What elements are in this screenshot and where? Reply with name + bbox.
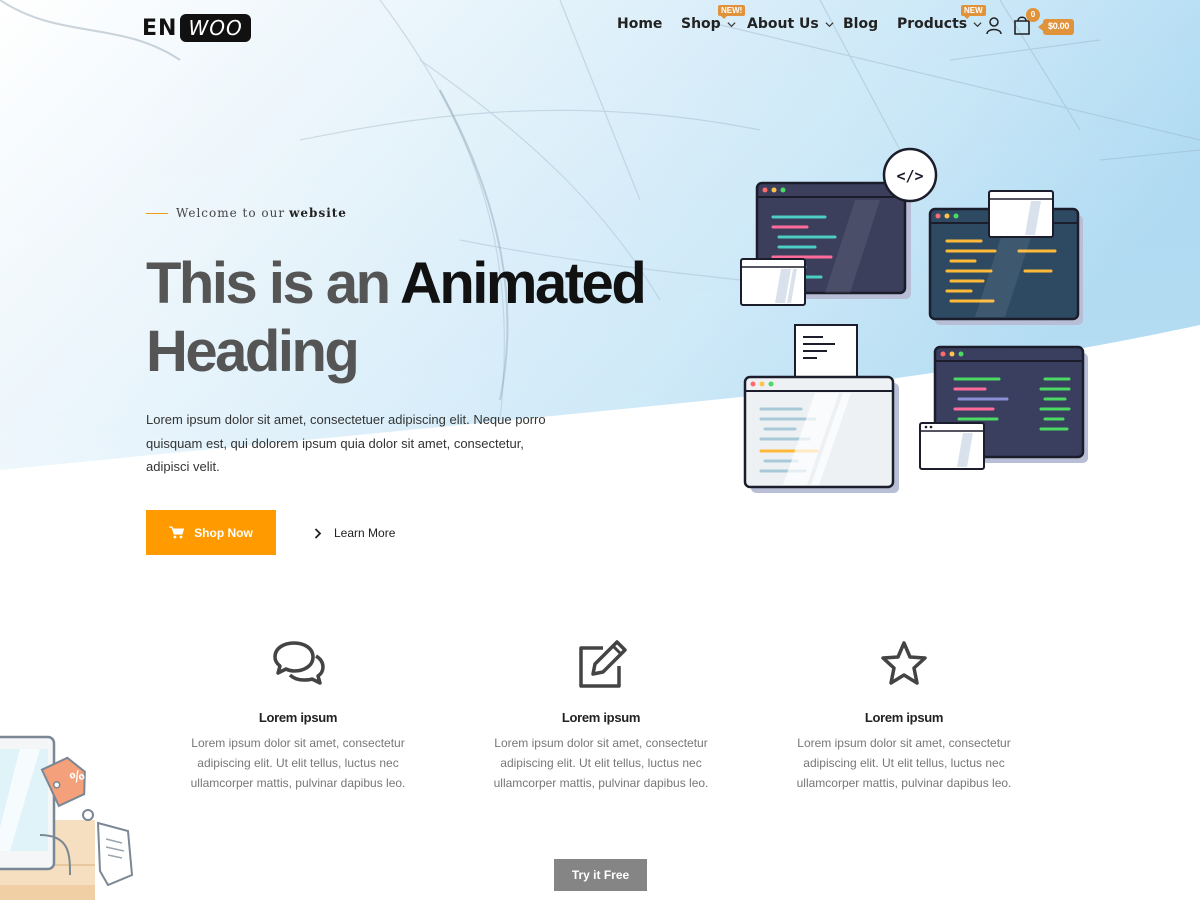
nav-blog-label: Blog <box>843 16 879 32</box>
site-header: EN WOO Home Shop NEW! About Us Blog Prod… <box>0 0 1200 56</box>
nav-home-label: Home <box>617 16 663 32</box>
heading-part-2: Heading <box>146 319 360 384</box>
heading-part-1: This is an <box>146 251 391 316</box>
feature-title: Lorem ipsum <box>864 710 944 725</box>
heading-animated-word: Animated <box>399 251 647 316</box>
site-logo[interactable]: EN WOO <box>142 12 251 44</box>
hero-description: Lorem ipsum dolor sit amet, consectetuer… <box>146 412 546 474</box>
feature-description: Lorem ipsum dolor sit amet, consectetur … <box>190 736 406 790</box>
star-icon <box>881 641 927 685</box>
nav-products[interactable]: Products NEW <box>897 5 986 32</box>
shop-now-label: Shop Now <box>194 525 253 540</box>
welcome-tagline: Welcome to our website <box>146 206 347 220</box>
nav-products-label: Products <box>897 16 968 32</box>
new-badge: NEW! <box>718 5 746 19</box>
chevron-right-icon <box>314 527 322 539</box>
shop-now-button[interactable]: Shop Now <box>146 510 276 555</box>
nav-about[interactable]: About Us <box>747 16 834 32</box>
code-windows-illustration: </> <box>740 147 1088 493</box>
feature-description: Lorem ipsum dolor sit amet, consectetur … <box>796 736 1012 790</box>
tagline-divider <box>146 212 168 214</box>
comments-icon <box>273 641 325 685</box>
nav-shop-label: Shop <box>681 16 721 32</box>
try-it-free-button[interactable]: Try it Free <box>554 859 647 891</box>
welcome-prefix: Welcome to our <box>176 206 286 220</box>
user-icon[interactable] <box>986 17 1002 35</box>
learn-more-label: Learn More <box>334 526 396 540</box>
cart-icon <box>169 526 185 539</box>
feature-title: Lorem ipsum <box>561 710 641 725</box>
nav-blog[interactable]: Blog <box>843 16 878 32</box>
cart-total[interactable]: $0.00 <box>1037 19 1075 35</box>
chevron-down-icon <box>727 21 736 27</box>
logo-text-woo: WOO <box>180 14 251 42</box>
try-it-free-label: Try it Free <box>571 868 630 882</box>
hero-heading: This is an Animated Heading <box>146 250 666 386</box>
nav-shop[interactable]: Shop NEW! <box>681 5 746 32</box>
feature-card: Lorem ipsum Lorem ipsum dolor sit amet, … <box>481 630 721 793</box>
code-symbol: </> <box>896 167 923 185</box>
features-section: Lorem ipsum Lorem ipsum dolor sit amet, … <box>0 630 1200 810</box>
cart-count-badge: 0 <box>1026 8 1040 22</box>
feature-card: Lorem ipsum Lorem ipsum dolor sit amet, … <box>784 630 1024 793</box>
feature-description: Lorem ipsum dolor sit amet, consectetur … <box>493 736 709 790</box>
feature-card: Lorem ipsum Lorem ipsum dolor sit amet, … <box>178 630 418 793</box>
feature-title: Lorem ipsum <box>258 710 338 725</box>
chevron-down-icon <box>973 21 982 27</box>
edit-icon <box>579 640 627 688</box>
new-badge: NEW <box>961 5 986 19</box>
chevron-down-icon <box>825 21 834 27</box>
nav-home[interactable]: Home <box>617 16 662 32</box>
nav-about-label: About Us <box>747 16 819 32</box>
logo-text-en: EN <box>142 15 178 41</box>
learn-more-link[interactable]: Learn More <box>314 524 395 542</box>
welcome-strong: website <box>289 206 347 220</box>
